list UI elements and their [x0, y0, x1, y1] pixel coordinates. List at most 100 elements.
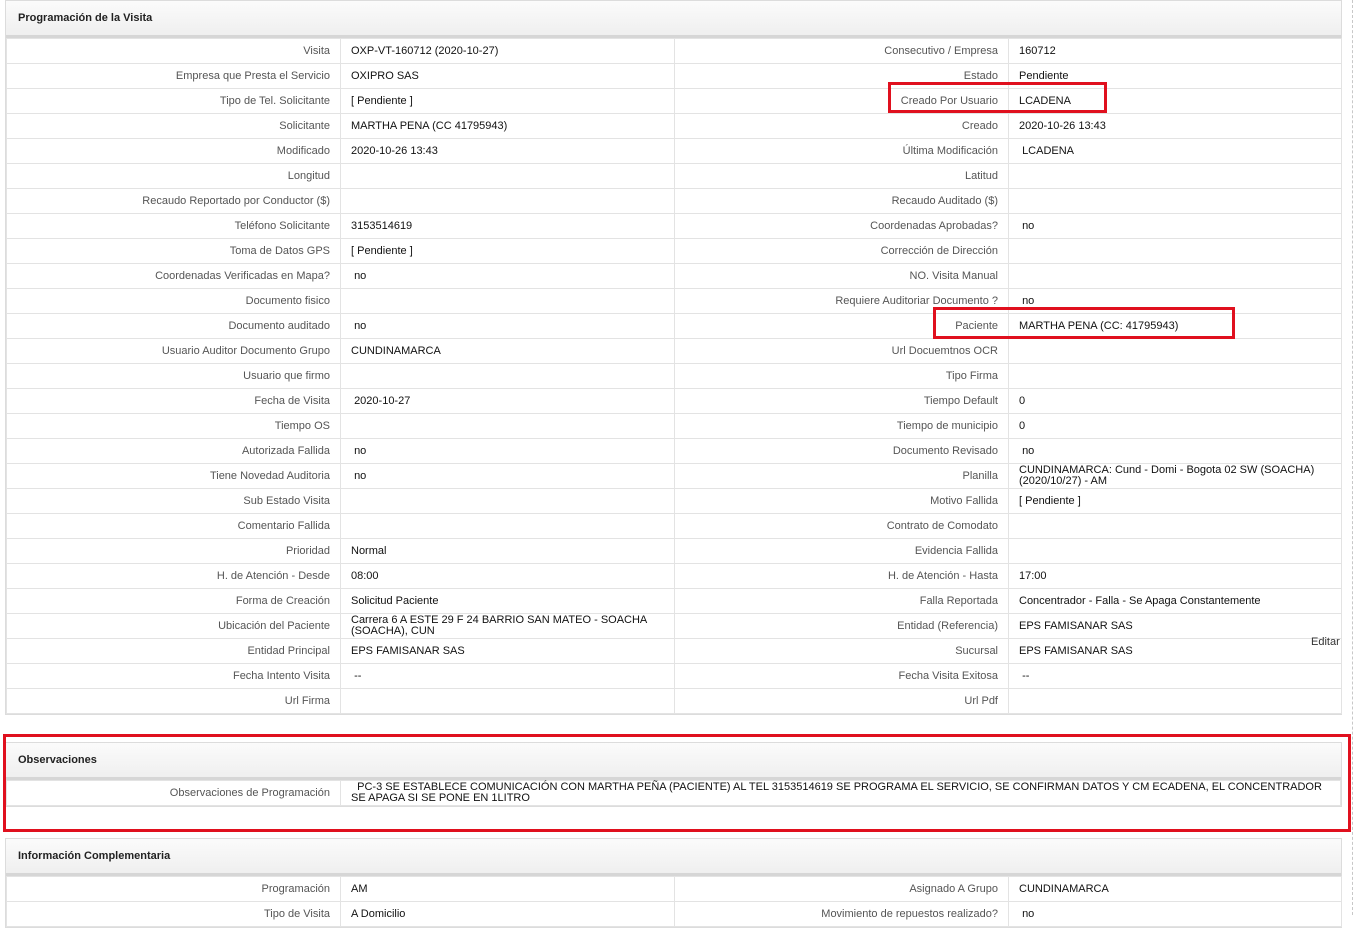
field-value: 3153514619 — [340, 213, 675, 239]
field-label: Creado Por Usuario — [674, 88, 1009, 114]
field-value: EPS FAMISANAR SAS — [1008, 613, 1342, 639]
field-value — [1008, 513, 1342, 539]
field-label: Recaudo Reportado por Conductor ($) — [6, 188, 341, 214]
field-value: CUNDINAMARCA — [340, 338, 675, 364]
field-value: MARTHA PENA (CC 41795943) — [340, 113, 675, 139]
field-label: Tiempo de municipio — [674, 413, 1009, 439]
table-row: Entidad Principal EPS FAMISANAR SAS Sucurs… — [6, 638, 1342, 664]
field-value: OXP-VT-160712 (2020-10-27) — [340, 38, 675, 64]
field-value: 2020-10-27 — [340, 388, 675, 414]
field-label: Tiene Novedad Auditoria — [6, 463, 341, 489]
field-label: Solicitante — [6, 113, 341, 139]
table-row: Tipo de Tel. Solicitante[ Pendiente ] Cre… — [6, 88, 1342, 114]
table-row: Forma de Creación Solicitud Paciente Falla… — [6, 588, 1342, 614]
field-value: AM — [340, 876, 675, 902]
table-row: Longitud Latitud — [6, 163, 1342, 189]
table-row: Comentario Fallida Contrato de Comodato — [6, 513, 1342, 539]
field-value: 0 — [1008, 388, 1342, 414]
scroll-guide-line — [1352, 0, 1353, 915]
field-label: Movimiento de repuestos realizado? — [674, 901, 1009, 927]
edit-link[interactable]: Editar — [1311, 636, 1340, 648]
field-value: 17:00 — [1008, 563, 1342, 589]
section-title-complementaria: Información Complementaria — [6, 839, 1341, 876]
field-value: 160712 — [1008, 38, 1342, 64]
table-row: Visita OXP-VT-160712 (2020-10-27) Consecut… — [6, 38, 1342, 64]
field-value — [340, 188, 675, 214]
field-label: Estado — [674, 63, 1009, 89]
field-value: no — [340, 263, 675, 289]
field-label: Documento Revisado — [674, 438, 1009, 464]
field-label: Creado — [674, 113, 1009, 139]
field-value: -- — [1008, 663, 1342, 689]
field-value: [ Pendiente ] — [1008, 488, 1342, 514]
field-label: Tipo de Visita — [6, 901, 341, 927]
field-value — [340, 288, 675, 314]
field-label: Toma de Datos GPS — [6, 238, 341, 264]
field-label: Sub Estado Visita — [6, 488, 341, 514]
field-label: Usuario Auditor Documento Grupo — [6, 338, 341, 364]
field-value: OXIPRO SAS — [340, 63, 675, 89]
table-row: Usuario Auditor Documento Grupo CUNDINAMA… — [6, 338, 1342, 364]
field-value: no — [340, 438, 675, 464]
field-label: Documento fisico — [6, 288, 341, 314]
field-value — [340, 363, 675, 389]
field-label: Fecha de Visita — [6, 388, 341, 414]
field-value: Normal — [340, 538, 675, 564]
table-row: Fecha de Visita 2020-10-27 Tiempo Default… — [6, 388, 1342, 414]
field-value: EPS FAMISANAR SAS — [340, 638, 675, 664]
field-label: Url Pdf — [674, 688, 1009, 714]
field-label: H. de Atención - Desde — [6, 563, 341, 589]
table-row: Tipo de Visita A Domicilio Movimiento de r… — [6, 901, 1342, 927]
field-label: Url Firma — [6, 688, 341, 714]
field-value: EPS FAMISANAR SAS — [1008, 638, 1342, 664]
table-row: Solicitante MARTHA PENA (CC 41795943) Crea… — [6, 113, 1342, 139]
field-value: no — [1008, 213, 1342, 239]
field-value: Carrera 6 A ESTE 29 F 24 BARRIO SAN MATE… — [340, 613, 675, 639]
field-value — [1008, 263, 1342, 289]
field-label: Programación — [6, 876, 341, 902]
table-row: Teléfono Solicitante 3153514619 Coordenada… — [6, 213, 1342, 239]
field-label: Url Docuemtnos OCR — [674, 338, 1009, 364]
field-label: Fecha Visita Exitosa — [674, 663, 1009, 689]
field-label: Sucursal — [674, 638, 1009, 664]
field-label: Asignado A Grupo — [674, 876, 1009, 902]
field-value — [340, 488, 675, 514]
field-value: PC-3 SE ESTABLECE COMUNICACIÓN CON MARTH… — [340, 780, 1341, 806]
field-label: Recaudo Auditado ($) — [674, 188, 1009, 214]
field-value — [1008, 163, 1342, 189]
table-row: Programación AM Asignado A Grupo CUNDINAMAR… — [6, 876, 1342, 902]
field-value: no — [1008, 438, 1342, 464]
field-value — [340, 688, 675, 714]
field-label: Evidencia Fallida — [674, 538, 1009, 564]
field-label: Visita — [6, 38, 341, 64]
field-label: Documento auditado — [6, 313, 341, 339]
field-value — [1008, 338, 1342, 364]
field-value: LCADENA — [1008, 88, 1342, 114]
field-value: LCADENA — [1008, 138, 1342, 164]
field-label: H. de Atención - Hasta — [674, 563, 1009, 589]
field-value — [1008, 363, 1342, 389]
field-label: Coordenadas Aprobadas? — [674, 213, 1009, 239]
table-row: H. de Atención - Desde 08:00 H. de Atenció… — [6, 563, 1342, 589]
field-label: Forma de Creación — [6, 588, 341, 614]
field-label: Requiere Auditoriar Documento ? — [674, 288, 1009, 314]
field-label: Motivo Fallida — [674, 488, 1009, 514]
field-value: Pendiente — [1008, 63, 1342, 89]
field-label: Planilla — [674, 463, 1009, 489]
table-row: Url Firma Url Pdf — [6, 688, 1342, 714]
field-value: Solicitud Paciente — [340, 588, 675, 614]
table-row: Sub Estado Visita Motivo Fallida[ Pendien… — [6, 488, 1342, 514]
table-row: Toma de Datos GPS[ Pendiente ] Corrección… — [6, 238, 1342, 264]
table-row: Coordenadas Verificadas en Mapa? no NO. V… — [6, 263, 1342, 289]
table-row: Modificado 2020-10-26 13:43 Última Modific… — [6, 138, 1342, 164]
field-label: Comentario Fallida — [6, 513, 341, 539]
field-value: no — [340, 463, 675, 489]
field-label: Ubicación del Paciente — [6, 613, 341, 639]
field-value — [1008, 538, 1342, 564]
field-label: Coordenadas Verificadas en Mapa? — [6, 263, 341, 289]
table-row: Autorizada Fallida no Documento Revisado … — [6, 438, 1342, 464]
field-label: Autorizada Fallida — [6, 438, 341, 464]
field-value — [340, 163, 675, 189]
field-value: 2020-10-26 13:43 — [1008, 113, 1342, 139]
field-label: Corrección de Dirección — [674, 238, 1009, 264]
